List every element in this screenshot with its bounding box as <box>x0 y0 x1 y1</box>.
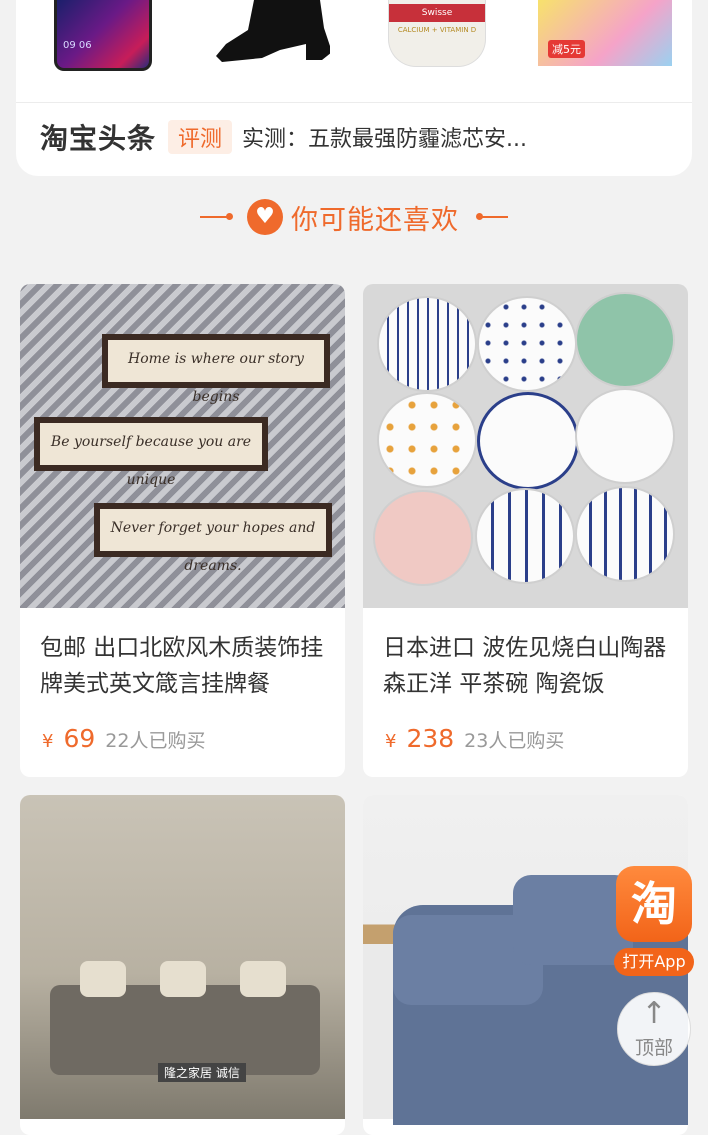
sofa-image <box>50 961 320 1075</box>
open-app-label: 打开App <box>614 948 694 976</box>
bowl-image <box>377 392 477 488</box>
phone-thumbnail-text: 09 06 <box>63 40 92 51</box>
arrow-up-icon: ↑ <box>641 996 667 1031</box>
supplement-thumbnail[interactable]: Swisse CALCIUM + VITAMIN D <box>388 0 486 67</box>
toy-thumbnail[interactable]: 减5元 <box>538 0 672 66</box>
bowl-image <box>477 392 579 490</box>
bowl-image <box>575 486 675 582</box>
bowl-image <box>575 292 675 388</box>
sign-frame: Be yourself because you are unique <box>34 417 268 488</box>
category-tag: 评测 <box>168 120 233 154</box>
news-card[interactable]: 09 06 Swisse CALCIUM + VITAMIN D 减5元 淘宝头… <box>16 0 692 176</box>
cushion <box>160 961 206 997</box>
product-price: 238 <box>406 724 455 753</box>
headline-row[interactable]: 淘宝头条 评测 实测：五款最强防霾滤芯安... <box>40 120 527 155</box>
product-image[interactable] <box>363 284 688 608</box>
product-card[interactable]: 日本进口 波佐见烧白山陶器 森正洋 平茶碗 陶瓷饭 ¥ 238 23人已购买 <box>363 284 688 777</box>
brand-label: 淘宝头条 <box>40 122 157 155</box>
bowl-image <box>373 490 473 586</box>
supplement-label: CALCIUM + VITAMIN D <box>397 26 477 34</box>
bowl-image <box>475 488 575 584</box>
cushion <box>240 961 286 997</box>
sign-text: Home is where our story begins <box>108 340 324 405</box>
price-row: ¥ 69 22人已购买 <box>42 724 205 753</box>
sign-frame: Home is where our story begins <box>102 334 330 405</box>
supplement-brand: Swisse <box>389 4 485 22</box>
sign-text: Never forget your hopes and dreams. <box>100 509 326 574</box>
currency-symbol: ¥ <box>42 731 54 752</box>
back-to-top-label: 顶部 <box>634 1037 673 1059</box>
product-price: 69 <box>63 724 96 753</box>
sign-frame: Never forget your hopes and dreams. <box>94 503 332 574</box>
bowl-image <box>575 388 675 484</box>
recommend-header: ♥ 你可能还喜欢 <box>0 196 708 240</box>
sold-count: 22人已购买 <box>105 730 206 752</box>
product-card[interactable]: 隆之家居 诚信 <box>20 795 345 1135</box>
product-title: 日本进口 波佐见烧白山陶器 森正洋 平茶碗 陶瓷饭 <box>383 635 667 697</box>
header-line-left <box>200 216 228 218</box>
shop-watermark: 隆之家居 诚信 <box>158 1063 246 1082</box>
price-row: ¥ 238 23人已购买 <box>385 724 564 753</box>
boot-thumbnail[interactable] <box>202 0 332 66</box>
taobao-logo-icon: 淘 <box>616 866 692 942</box>
boot-icon <box>216 0 332 62</box>
back-to-top-button[interactable]: ↑ 顶部 <box>617 992 691 1066</box>
heart-icon: ♥ <box>247 199 283 235</box>
header-dot-left <box>226 213 233 220</box>
bowl-image <box>377 296 477 392</box>
sign-text: Be yourself because you are unique <box>40 423 262 488</box>
product-image[interactable]: 隆之家居 诚信 <box>20 795 345 1119</box>
bowl-image <box>477 296 577 392</box>
header-line-right <box>480 216 508 218</box>
product-thumbnails: 09 06 Swisse CALCIUM + VITAMIN D 减5元 <box>16 0 692 82</box>
section-title: 你可能还喜欢 <box>291 205 459 236</box>
product-title: 包邮 出口北欧风木质装饰挂牌美式英文箴言挂牌餐 <box>40 635 324 697</box>
open-app-button[interactable]: 淘 打开App <box>614 866 694 978</box>
product-card[interactable]: Home is where our story begins Be yourse… <box>20 284 345 777</box>
divider <box>16 102 692 103</box>
headline-text[interactable]: 实测：五款最强防霾滤芯安... <box>242 121 527 153</box>
cushion <box>80 961 126 997</box>
phone-thumbnail[interactable]: 09 06 <box>54 0 152 71</box>
product-image[interactable]: Home is where our story begins Be yourse… <box>20 284 345 608</box>
sold-count: 23人已购买 <box>464 730 565 752</box>
toy-discount-tag: 减5元 <box>548 40 585 58</box>
currency-symbol: ¥ <box>385 731 397 752</box>
